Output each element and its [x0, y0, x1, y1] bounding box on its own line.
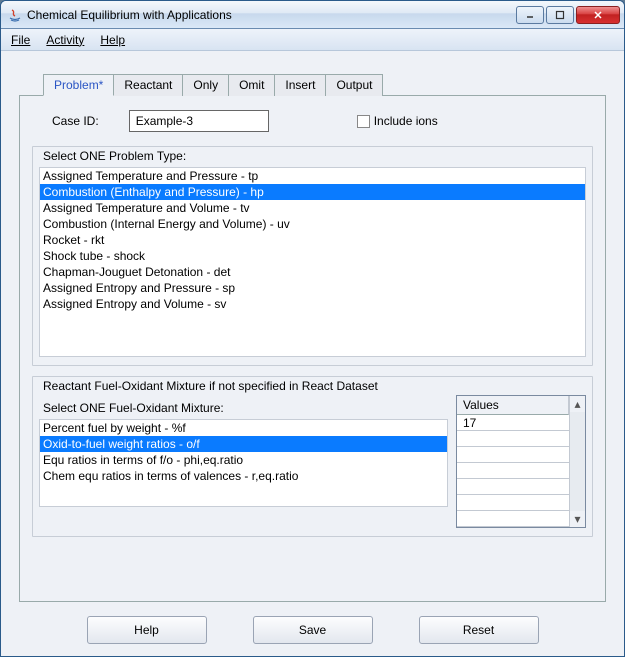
- tab-reactant[interactable]: Reactant: [113, 74, 183, 96]
- java-icon: [7, 7, 23, 23]
- include-ions-label: Include ions: [374, 114, 438, 128]
- include-ions-checkbox[interactable]: [357, 115, 370, 128]
- values-cell[interactable]: [457, 431, 569, 447]
- problem-type-item[interactable]: Assigned Entropy and Pressure - sp: [40, 280, 585, 296]
- window-buttons: [516, 6, 620, 24]
- tab-output[interactable]: Output: [325, 74, 383, 96]
- menu-help[interactable]: Help: [96, 31, 129, 49]
- tab-omit[interactable]: Omit: [228, 74, 275, 96]
- problem-type-item[interactable]: Rocket - rkt: [40, 232, 585, 248]
- problem-type-legend: Select ONE Problem Type:: [39, 149, 190, 163]
- scroll-up-icon[interactable]: ▴: [570, 396, 585, 412]
- menu-file[interactable]: File: [7, 31, 34, 49]
- mixture-list[interactable]: Percent fuel by weight - %fOxid-to-fuel …: [39, 419, 448, 507]
- help-button[interactable]: Help: [87, 616, 207, 644]
- maximize-button[interactable]: [546, 6, 574, 24]
- mixture-item[interactable]: Equ ratios in terms of f/o - phi,eq.rati…: [40, 452, 447, 468]
- minimize-button[interactable]: [516, 6, 544, 24]
- save-button[interactable]: Save: [253, 616, 373, 644]
- values-table[interactable]: Values 17 ▴ ▾: [456, 395, 586, 528]
- button-bar: Help Save Reset: [19, 616, 606, 644]
- mixture-inner-legend: Select ONE Fuel-Oxidant Mixture:: [39, 395, 448, 417]
- values-cell[interactable]: [457, 495, 569, 511]
- mixture-item[interactable]: Chem equ ratios in terms of valences - r…: [40, 468, 447, 484]
- values-cell[interactable]: [457, 479, 569, 495]
- values-cell[interactable]: [457, 463, 569, 479]
- problem-type-item[interactable]: Chapman-Jouguet Detonation - det: [40, 264, 585, 280]
- client-area: Problem* Reactant Only Omit Insert Outpu…: [1, 51, 624, 656]
- values-cell[interactable]: [457, 447, 569, 463]
- menu-activity[interactable]: Activity: [42, 31, 88, 49]
- menubar: File Activity Help: [1, 29, 624, 51]
- case-id-input[interactable]: [129, 110, 269, 132]
- problem-type-item[interactable]: Assigned Temperature and Volume - tv: [40, 200, 585, 216]
- app-window: Chemical Equilibrium with Applications F…: [0, 0, 625, 657]
- window-title: Chemical Equilibrium with Applications: [27, 8, 516, 22]
- values-scrollbar[interactable]: ▴ ▾: [569, 396, 585, 527]
- values-cell[interactable]: 17: [457, 415, 569, 431]
- include-ions-wrap[interactable]: Include ions: [357, 114, 438, 128]
- mixture-outer-legend: Reactant Fuel-Oxidant Mixture if not spe…: [39, 379, 382, 393]
- problem-type-item[interactable]: Shock tube - shock: [40, 248, 585, 264]
- scroll-down-icon[interactable]: ▾: [570, 511, 585, 527]
- tab-insert[interactable]: Insert: [274, 74, 326, 96]
- case-id-label: Case ID:: [52, 114, 99, 128]
- tab-panel-problem: Case ID: Include ions Select ONE Problem…: [19, 95, 606, 602]
- values-header: Values: [457, 396, 569, 415]
- problem-type-item[interactable]: Assigned Temperature and Pressure - tp: [40, 168, 585, 184]
- problem-type-group: Select ONE Problem Type: Assigned Temper…: [32, 146, 593, 366]
- problem-type-item[interactable]: Combustion (Internal Energy and Volume) …: [40, 216, 585, 232]
- close-button[interactable]: [576, 6, 620, 24]
- problem-type-item[interactable]: Assigned Entropy and Volume - sv: [40, 296, 585, 312]
- reset-button[interactable]: Reset: [419, 616, 539, 644]
- case-id-row: Case ID: Include ions: [32, 106, 593, 136]
- tab-problem[interactable]: Problem*: [43, 74, 114, 96]
- values-cell[interactable]: [457, 511, 569, 527]
- titlebar: Chemical Equilibrium with Applications: [1, 1, 624, 29]
- problem-type-item[interactable]: Combustion (Enthalpy and Pressure) - hp: [40, 184, 585, 200]
- tab-only[interactable]: Only: [182, 74, 229, 96]
- mixture-group: Reactant Fuel-Oxidant Mixture if not spe…: [32, 376, 593, 537]
- mixture-item[interactable]: Percent fuel by weight - %f: [40, 420, 447, 436]
- mixture-item[interactable]: Oxid-to-fuel weight ratios - o/f: [40, 436, 447, 452]
- tabstrip: Problem* Reactant Only Omit Insert Outpu…: [43, 73, 606, 95]
- problem-type-list[interactable]: Assigned Temperature and Pressure - tpCo…: [39, 167, 586, 357]
